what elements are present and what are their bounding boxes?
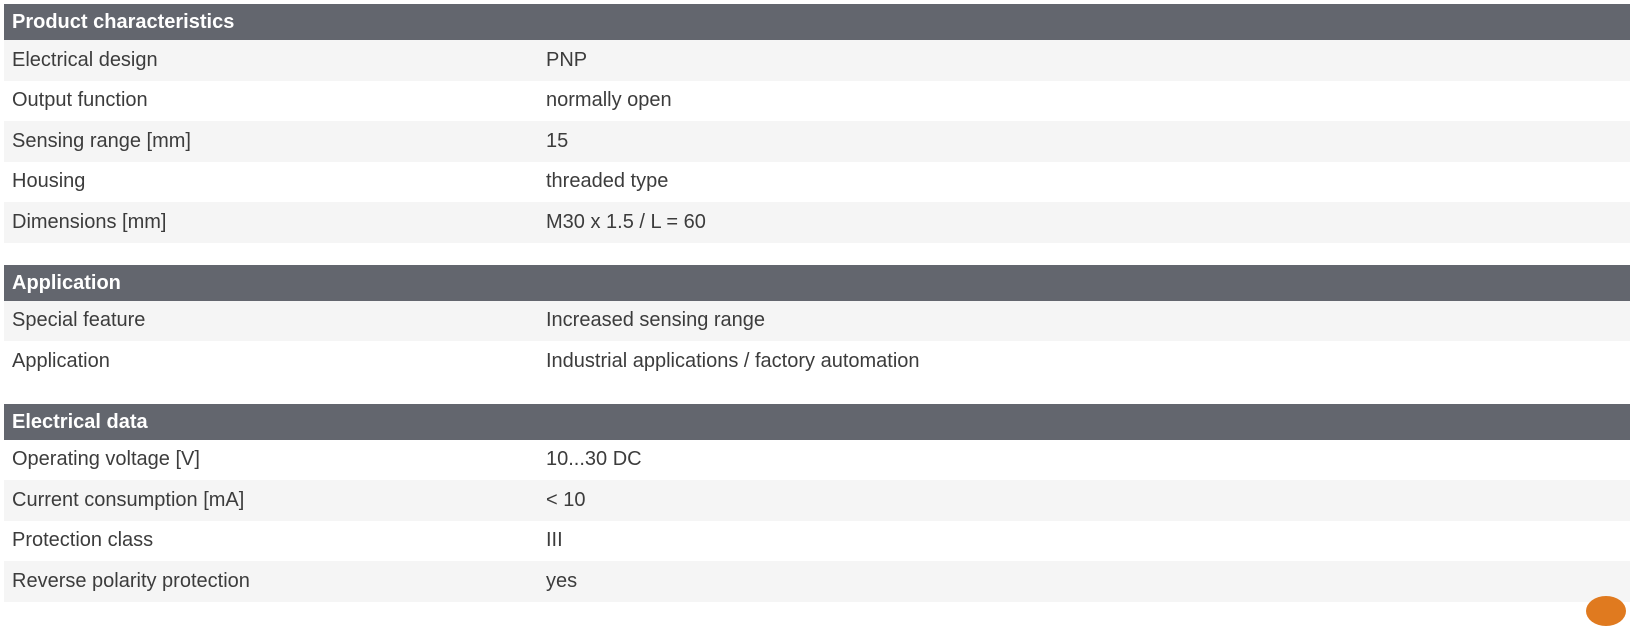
row-label: Current consumption [mA] <box>12 488 245 511</box>
row-value: Industrial applications / factory automa… <box>546 349 920 372</box>
table-row: Protection class III <box>4 520 1630 561</box>
section-application: Application Special feature Increased se… <box>4 264 1630 382</box>
table-row: Sensing range [mm] 15 <box>4 121 1630 162</box>
row-value: M30 x 1.5 / L = 60 <box>546 210 706 233</box>
row-value: Increased sensing range <box>546 309 766 332</box>
spec-table: Product characteristics Electrical desig… <box>4 4 1630 624</box>
row-label: Dimensions [mm] <box>12 210 167 233</box>
section-electrical-data: Electrical data Operating voltage [V] 10… <box>4 403 1630 602</box>
row-value: normally open <box>546 89 672 112</box>
table-row: Dimensions [mm] M30 x 1.5 / L = 60 <box>4 202 1630 243</box>
row-value: threaded type <box>546 170 669 193</box>
table-row: Current consumption [mA] < 10 <box>4 480 1630 521</box>
row-value: 15 <box>546 129 569 152</box>
floating-chat-button[interactable] <box>1586 596 1626 626</box>
section-header: Electrical data <box>4 403 1630 440</box>
table-row: Application Industrial applications / fa… <box>4 341 1630 382</box>
table-row: Operating voltage [V] 10...30 DC <box>4 439 1630 480</box>
table-row: Electrical design PNP <box>4 40 1630 81</box>
table-row: Housing threaded type <box>4 161 1630 202</box>
row-label: Protection class <box>12 529 154 552</box>
row-label: Sensing range [mm] <box>12 129 191 152</box>
row-value: PNP <box>546 48 588 71</box>
row-label: Housing <box>12 170 86 193</box>
row-label: Special feature <box>12 309 146 332</box>
row-value: yes <box>546 569 578 592</box>
row-label: Operating voltage [V] <box>12 448 200 471</box>
row-value: < 10 <box>546 488 586 511</box>
row-value: 10...30 DC <box>546 448 642 471</box>
section-header: Product characteristics <box>4 4 1630 40</box>
section-product-characteristics: Product characteristics Electrical desig… <box>4 4 1630 243</box>
table-row: Output function normally open <box>4 80 1630 121</box>
section-header: Application <box>4 264 1630 301</box>
row-label: Reverse polarity protection <box>12 569 250 592</box>
row-label: Application <box>12 349 110 372</box>
row-label: Output function <box>12 89 148 112</box>
table-row: Special feature Increased sensing range <box>4 300 1630 341</box>
row-label: Electrical design <box>12 48 158 71</box>
table-row: Reverse polarity protection yes <box>4 561 1630 602</box>
row-value: III <box>546 529 563 552</box>
